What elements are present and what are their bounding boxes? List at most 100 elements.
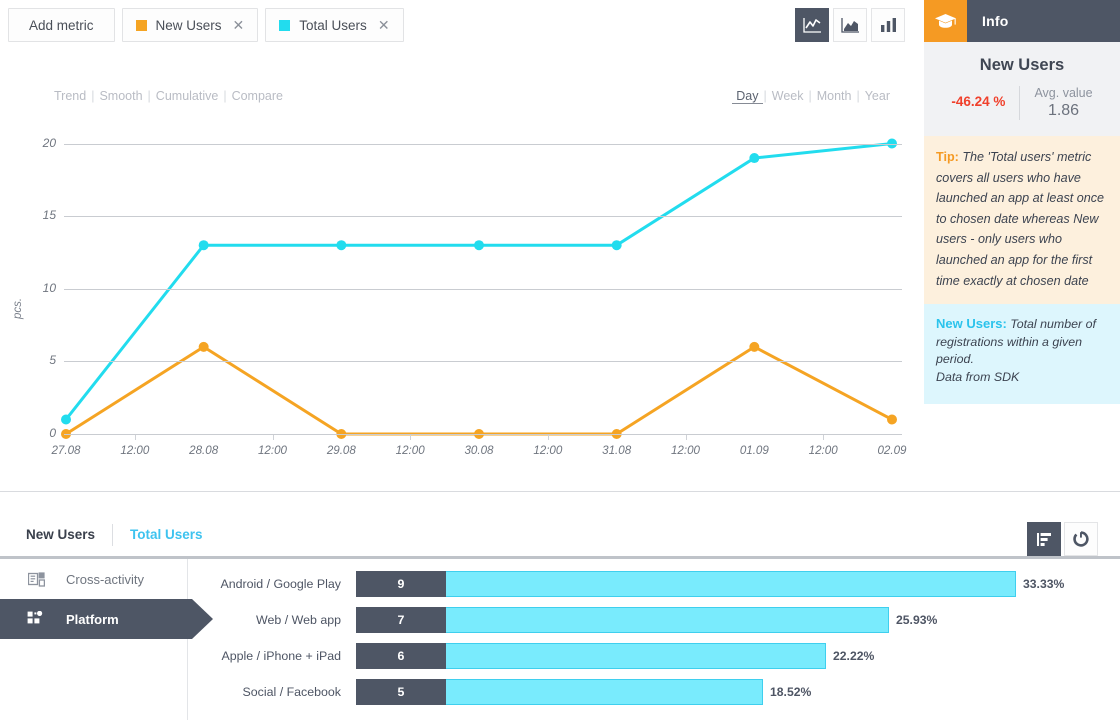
- x-axis-tick: 12:00: [533, 444, 563, 457]
- summary-metric-name: New Users: [979, 56, 1065, 74]
- x-axis-tick: 12:00: [395, 444, 425, 457]
- breakdown-row-bar: [446, 679, 763, 705]
- x-axis-tick-mark: [547, 435, 549, 440]
- chart-data-point[interactable]: [887, 414, 897, 425]
- add-metric-label: Add metric: [29, 17, 94, 33]
- breakdown-row-percent: 25.93%: [896, 613, 938, 627]
- analytics-dashboard: Add metric New Users ✕ Total Users ✕ Inf…: [0, 0, 1120, 720]
- tab-new-users[interactable]: New Users: [26, 527, 95, 542]
- chart-data-point[interactable]: [61, 414, 71, 425]
- breakdown-row-label: Apple / iPhone + iPad: [221, 649, 341, 663]
- grid-line: [64, 434, 902, 435]
- breakdown-row-bar: [446, 643, 826, 669]
- chart-type-switcher: [795, 8, 905, 42]
- breakdown-tabs: New Users Total Users: [0, 512, 1120, 558]
- breakdown-row-count: 5: [356, 679, 446, 705]
- x-axis-tick-mark: [134, 435, 136, 440]
- breakdown-row-bar: [446, 571, 1016, 597]
- x-axis-tick: 31.08: [602, 444, 632, 457]
- line-chart-icon-button[interactable]: [795, 8, 829, 42]
- chart-data-point[interactable]: [198, 240, 209, 251]
- x-axis-tick: 12:00: [670, 444, 700, 457]
- metric-chip-new-users[interactable]: New Users ✕: [121, 8, 259, 42]
- graduation-cap-icon: [924, 0, 967, 42]
- tip-box: Tip: The 'Total users' metric covers all…: [924, 136, 1120, 305]
- breakdown-side-nav: Cross-activity Platform: [0, 559, 213, 720]
- add-metric-button[interactable]: Add metric: [8, 8, 115, 42]
- tab-total-users[interactable]: Total Users: [130, 527, 203, 542]
- chart-data-point[interactable]: [749, 153, 760, 164]
- x-axis-tick-mark: [823, 435, 825, 440]
- y-axis-tick: 0: [49, 426, 56, 440]
- breakdown-row-percent: 33.33%: [1023, 577, 1065, 591]
- x-axis-tick: 12:00: [120, 444, 150, 457]
- breakdown-row[interactable]: Android / Google Play 9 33.33%: [188, 571, 1064, 597]
- bar-list-icon-button[interactable]: [1027, 522, 1061, 556]
- platform-icon: [26, 611, 46, 627]
- chart-svg: [61, 138, 897, 439]
- breakdown-row-label: Social / Facebook: [242, 685, 342, 699]
- breakdown-row-count: 9: [356, 571, 446, 597]
- sidebar-item-label: Cross-activity: [66, 571, 145, 587]
- breakdown-row-count: 7: [356, 607, 446, 633]
- tip-label: Tip:: [936, 150, 959, 164]
- bar-chart-icon-button[interactable]: [871, 8, 905, 42]
- chart-data-point[interactable]: [336, 240, 347, 251]
- breakdown-row-bar: [446, 607, 889, 633]
- chart-data-point[interactable]: [611, 240, 622, 251]
- x-axis-tick-mark: [685, 435, 687, 440]
- breakdown-row[interactable]: Web / Web app 7 25.93%: [188, 607, 937, 633]
- y-axis-tick: 10: [42, 280, 56, 295]
- breakdown-row-percent: 22.22%: [833, 649, 875, 663]
- bar-list-icon: [1037, 532, 1051, 546]
- x-axis-tick: 30.08: [464, 444, 494, 457]
- y-axis-tick: 5: [49, 353, 56, 368]
- grid-line: [64, 288, 902, 290]
- x-axis-tick: 27.08: [51, 444, 81, 457]
- chart-section: Trend | Smooth | Cumulative | Compare Day | Week…: [0, 49, 924, 484]
- close-icon[interactable]: ✕: [233, 18, 245, 32]
- area-chart-icon: [840, 17, 859, 33]
- bar-chart-icon: [880, 18, 896, 32]
- x-axis-tick-mark: [410, 435, 412, 440]
- metric-definition-box: New Users: Total number of registrations…: [924, 304, 1120, 405]
- donut-chart-icon: [1073, 531, 1089, 547]
- metric-chip-label: Total Users: [299, 17, 367, 33]
- chart-line-new-users: [64, 345, 894, 436]
- breakdown-row-label: Web / Web app: [256, 613, 341, 627]
- chart-data-point[interactable]: [474, 240, 484, 251]
- breakdown-row-label: Android / Google Play: [220, 577, 341, 591]
- x-axis-tick: 02.09: [877, 444, 907, 457]
- sidebar-item-label: Platform: [66, 611, 119, 627]
- metric-color-swatch: [279, 19, 291, 31]
- sidebar-item-platform[interactable]: Platform: [0, 599, 213, 639]
- cross-activity-icon: [26, 571, 46, 587]
- summary-avg-value: 1.86: [1047, 102, 1080, 119]
- metric-chip-total-users[interactable]: Total Users ✕: [265, 8, 404, 42]
- line-chart-plot: pcs. 0 5 10 15 20 27.08 12:00 28.08 12:00 29.08 12…: [0, 49, 924, 484]
- x-axis-tick-mark: [272, 435, 274, 440]
- metric-chip-label: New Users: [155, 17, 222, 33]
- breakdown-row-count: 6: [356, 643, 446, 669]
- breakdown-section: Cross-activity Platform Android / Google …: [0, 559, 1120, 720]
- definition-source: Data from SDK: [936, 369, 1020, 384]
- donut-chart-icon-button[interactable]: [1064, 522, 1098, 556]
- close-icon[interactable]: ✕: [378, 18, 390, 32]
- chart-line-total-users: [64, 142, 894, 421]
- breakdown-row[interactable]: Social / Facebook 5 18.52%: [188, 679, 811, 705]
- info-panel: Info New Users -46.24 % Avg. value 1.86 …: [924, 0, 1120, 484]
- breakdown-row[interactable]: Apple / iPhone + iPad 6 22.22%: [188, 643, 874, 669]
- chart-data-point[interactable]: [749, 341, 760, 352]
- x-axis-tick: 12:00: [808, 444, 838, 457]
- y-axis-tick: 15: [42, 208, 56, 223]
- grid-line: [64, 216, 902, 218]
- info-panel-header: Info: [924, 0, 1120, 42]
- summary-delta: -46.24 %: [951, 94, 1006, 109]
- sidebar-item-cross-activity[interactable]: Cross-activity: [0, 559, 187, 599]
- summary-avg-label: Avg. value: [1034, 86, 1093, 100]
- grid-line: [64, 143, 902, 145]
- x-axis-tick: 12:00: [257, 444, 287, 457]
- area-chart-icon-button[interactable]: [833, 8, 867, 42]
- chart-data-point[interactable]: [198, 341, 209, 352]
- divider: [112, 524, 113, 546]
